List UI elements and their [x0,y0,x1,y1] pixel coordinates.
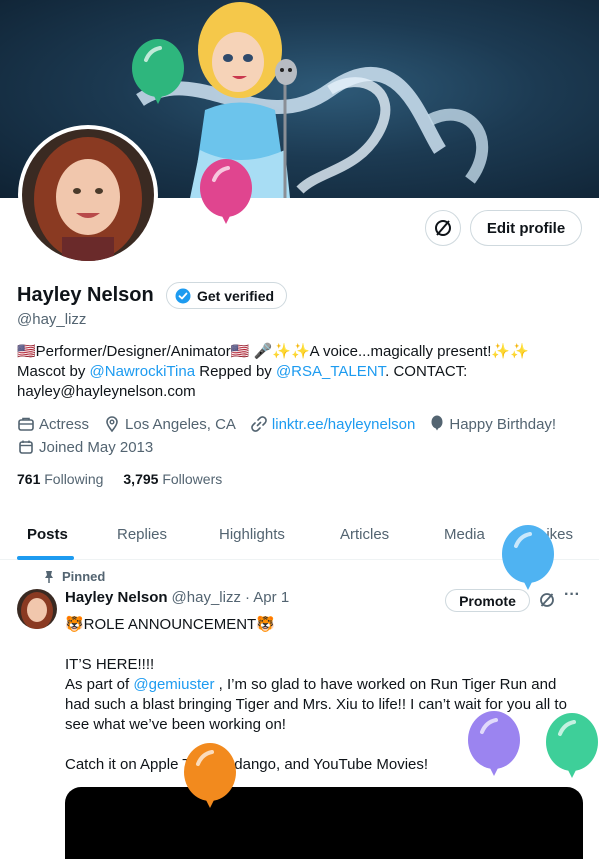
post-text-line: 🐯ROLE ANNOUNCEMENT🐯 [65,616,275,633]
edit-profile-button[interactable]: Edit profile [470,210,582,246]
pin-icon [45,570,53,583]
profile-meta-joined: Joined May 2013 [17,438,161,456]
tab-posts[interactable]: Posts [27,508,68,560]
website-item: linktr.ee/hayleynelson [250,415,415,433]
following-link[interactable]: 761 Following [17,471,103,487]
more-options-button[interactable]: ··· [564,586,580,604]
verified-badge-icon [175,288,191,303]
post-text: As part of [65,676,134,693]
balloon-icon [431,415,443,431]
agency-link[interactable]: @RSA_TALENT [276,363,385,380]
tab-articles[interactable]: Articles [340,508,389,560]
joined-text: Joined May 2013 [39,438,154,456]
followers-link[interactable]: 3,795 Followers [123,471,222,487]
mention-link[interactable]: @gemiuster [133,676,214,693]
profession-item: Actress [17,415,89,433]
followers-label: Followers [162,471,223,487]
profile-meta: Actress Los Angeles, CA linktr.ee/hayley… [17,415,564,433]
profile-bio: 🇺🇸Performer/Designer/Animator🇺🇸 🎤✨✨A voi… [17,342,587,402]
profile-avatar[interactable] [18,125,158,265]
tab-replies[interactable]: Replies [117,508,167,560]
post-text-line: IT’S HERE!!!! [65,656,155,673]
bio-line: 🇺🇸Performer/Designer/Animator🇺🇸 🎤✨✨A voi… [17,343,529,360]
birthday-item: Happy Birthday! [429,415,556,433]
following-label: Following [44,471,104,487]
post-handle[interactable]: @hay_lizz [172,589,241,606]
active-tab-indicator [17,556,74,560]
balloon-icon [200,159,252,224]
calendar-icon [19,440,33,454]
location-item: Los Angeles, CA [103,415,236,433]
post-header: Hayley Nelson @hay_lizz · Apr 1 [65,589,289,606]
post-text: , I’m so glad to have worked on Run Tige… [214,676,557,693]
analytics-button[interactable] [425,210,461,246]
avatar-image [22,129,154,261]
profile-name: Hayley Nelson [17,284,154,306]
bio-line: Mascot by @NawrockiTina Repped by @RSA_T… [17,362,587,382]
link-icon [251,416,267,432]
balloon-icon [502,525,554,590]
post-media[interactable] [65,787,583,859]
post-time[interactable]: · Apr 1 [245,589,289,606]
post-avatar[interactable] [17,589,57,629]
location-pin-icon [106,416,118,433]
profile-handle: @hay_lizz [17,311,87,328]
balloon-icon [468,711,520,776]
post-text-line: As part of @gemiuster , I’m so glad to h… [65,675,585,695]
pinned-text: Pinned [62,569,106,584]
profession-text: Actress [39,415,90,433]
bio-text: Repped by [195,363,276,380]
balloon-icon [132,39,184,104]
bio-text: . CONTACT: [385,363,468,380]
bio-text: Mascot by [17,363,90,380]
bio-email: hayley@hayleynelson.com [17,383,196,400]
joined-item: Joined May 2013 [17,438,153,456]
birthday-text: Happy Birthday! [449,415,557,433]
follow-stats: 761 Following 3,795 Followers [17,471,222,487]
get-verified-label: Get verified [197,287,275,304]
post-author[interactable]: Hayley Nelson [65,589,168,606]
balloon-icon [184,743,236,808]
mascot-link[interactable]: @NawrockiTina [90,363,196,380]
circle-slash-icon [435,220,451,236]
location-text: Los Angeles, CA [125,415,236,433]
tab-media[interactable]: Media [444,508,485,560]
website-link[interactable]: linktr.ee/hayleynelson [272,416,415,433]
pinned-label: Pinned [42,569,105,584]
balloon-icon [546,713,598,778]
briefcase-icon [18,417,34,431]
followers-count: 3,795 [123,471,159,487]
tab-highlights[interactable]: Highlights [219,508,285,560]
following-count: 761 [17,471,41,487]
get-verified-button[interactable]: Get verified [166,282,288,309]
